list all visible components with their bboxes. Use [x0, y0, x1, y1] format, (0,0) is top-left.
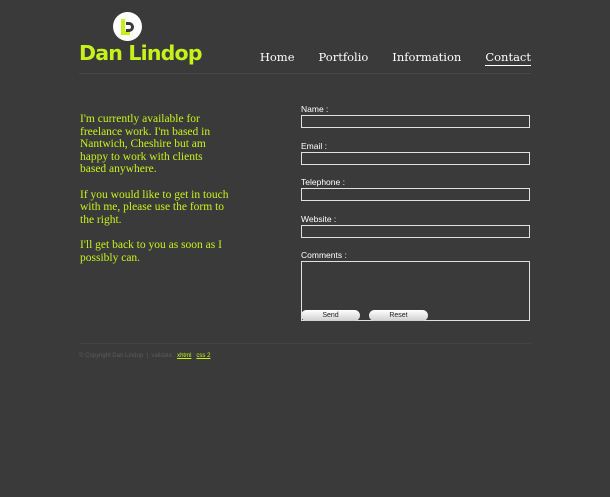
footer-divider [79, 343, 531, 344]
footer-separator: | [146, 353, 149, 359]
website-field[interactable] [301, 224, 530, 238]
intro-paragraph-availability: I'm currently available for freelance wo… [80, 113, 211, 176]
contact-form: Name : Email : Telephone : Website : Com… [301, 104, 531, 321]
telephone-label: Telephone : [301, 177, 345, 187]
nav-home[interactable]: Home [260, 50, 295, 66]
nav-portfolio[interactable]: Portfolio [319, 50, 369, 66]
footer: © Copyright Dan Lindop | validate : xhtm… [79, 352, 210, 360]
intro-paragraph-reply: I'll get back to you as soon as I possib… [80, 238, 222, 264]
footer-xhtml-link[interactable]: xhtml [177, 353, 191, 359]
footer-divider-colon: : [193, 353, 195, 359]
logo-ld-glyph [120, 18, 134, 35]
reset-button[interactable]: Reset [369, 310, 428, 321]
header-divider [79, 73, 531, 74]
send-button[interactable]: Send [301, 310, 360, 321]
footer-copyright: © Copyright Dan Lindop [79, 353, 144, 359]
nav-information[interactable]: Information [392, 50, 461, 66]
intro-paragraph-contact: If you would like to get in touch with m… [80, 188, 229, 226]
email-field[interactable] [301, 151, 530, 165]
footer-validate-label: validate : [151, 353, 176, 359]
name-label: Name : [301, 104, 329, 114]
logo-mark-icon[interactable] [113, 12, 142, 41]
email-label: Email : [301, 140, 327, 151]
nav-contact[interactable]: Contact [485, 50, 531, 66]
comments-label: Comments : [301, 250, 347, 260]
main-nav: Home Portfolio Information Contact [260, 50, 531, 66]
footer-css-link[interactable]: css 2 [196, 353, 210, 359]
website-label: Website : [301, 213, 337, 224]
name-field[interactable] [301, 115, 530, 128]
intro-text: I'm currently available for freelance wo… [80, 113, 230, 277]
telephone-field[interactable] [301, 188, 530, 201]
logo-text[interactable]: Dan Lindop [79, 40, 203, 66]
form-buttons: Send Reset [301, 310, 428, 321]
